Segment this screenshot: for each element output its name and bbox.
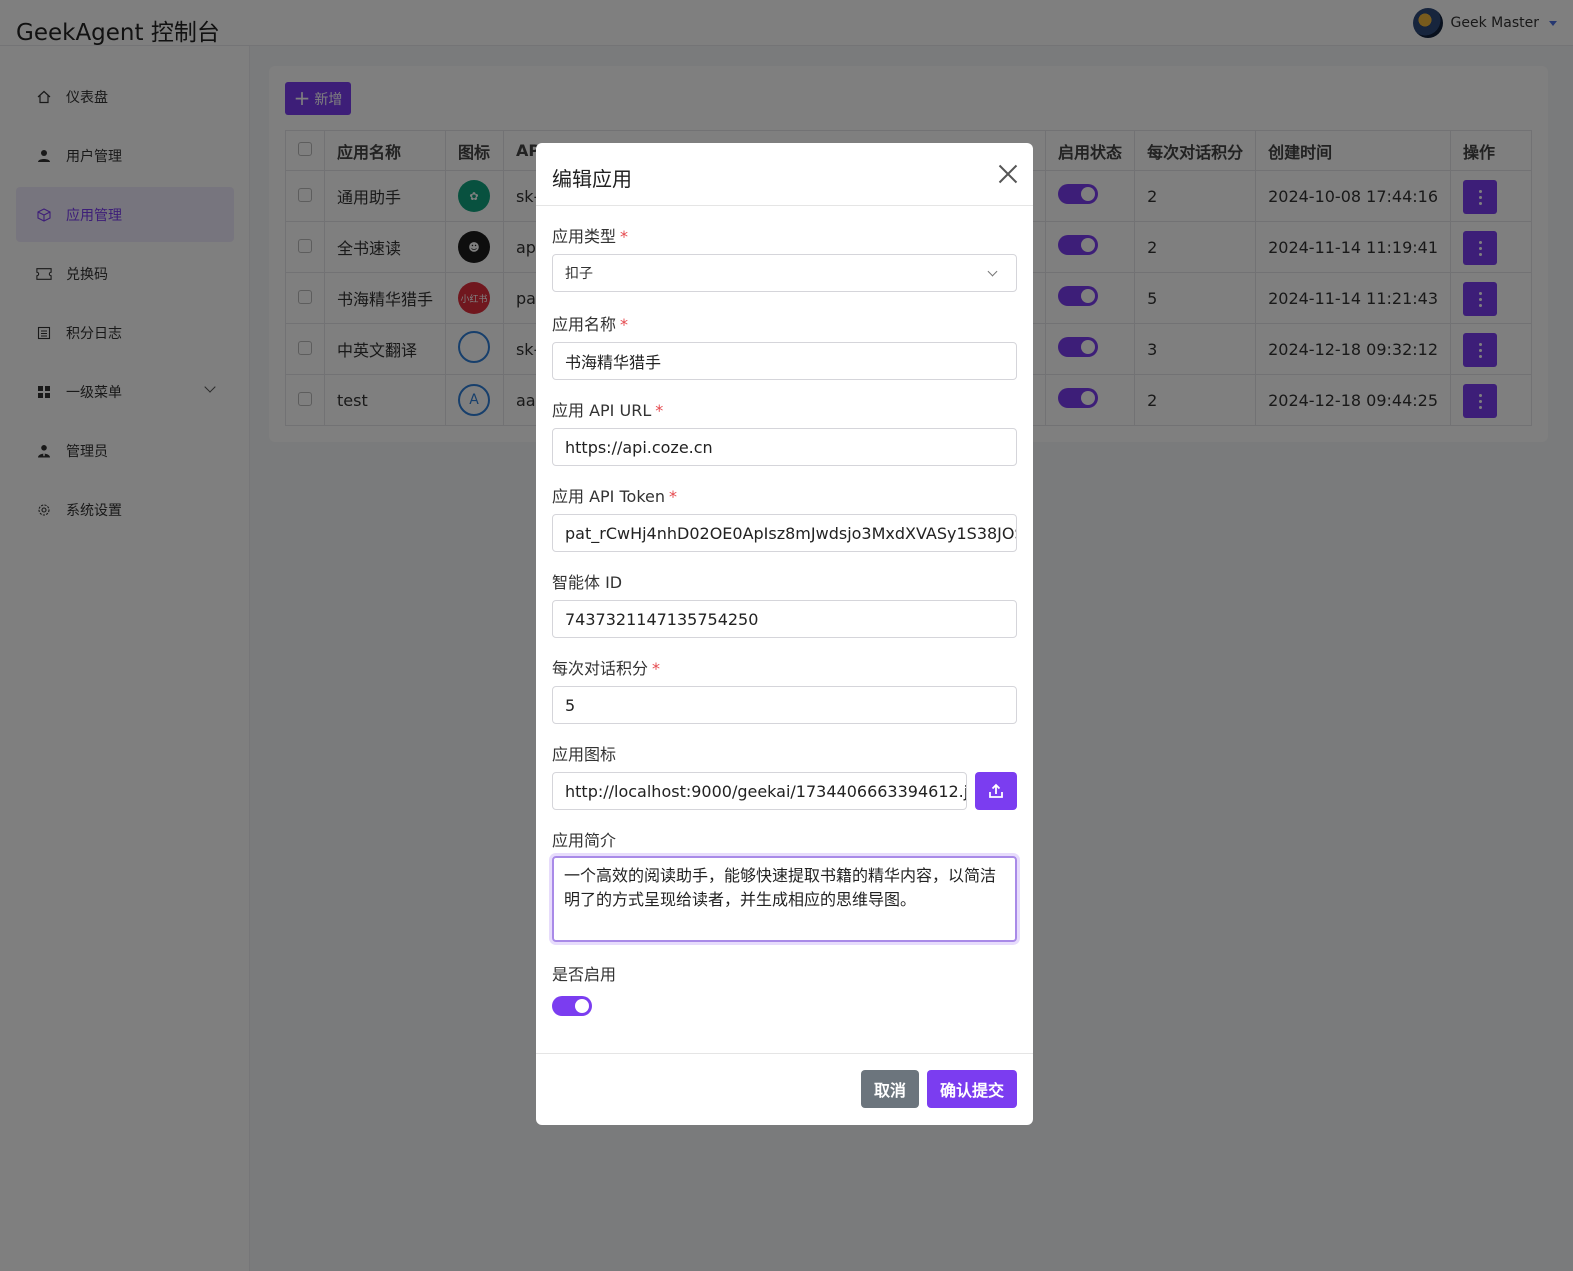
app-name-input[interactable]: 书海精华猎手 — [552, 342, 1017, 380]
upload-button[interactable] — [975, 772, 1017, 810]
url-label-text: 应用 API URL — [552, 401, 652, 420]
name-label: 应用名称 * — [552, 311, 628, 335]
modal-header: 编辑应用 — [536, 143, 1033, 206]
modal-title: 编辑应用 — [552, 167, 632, 191]
required-mark: * — [620, 315, 629, 334]
enabled-label: 是否启用 — [552, 965, 617, 984]
submit-button[interactable]: 确认提交 — [927, 1070, 1017, 1108]
description-textarea[interactable]: 一个高效的阅读助手，能够快速提取书籍的精华内容，以简洁明了的方式呈现给读者，并生… — [552, 856, 1017, 942]
type-label-text: 应用类型 — [552, 227, 617, 246]
type-select-value: 扣子 — [565, 266, 593, 282]
url-label: 应用 API URL * — [552, 397, 663, 421]
required-mark: * — [620, 227, 629, 246]
modal-footer-divider — [536, 1053, 1033, 1054]
enabled-toggle[interactable] — [552, 996, 592, 1016]
token-label-text: 应用 API Token — [552, 487, 666, 506]
name-label-text: 应用名称 — [552, 315, 617, 334]
agent-id-label: 智能体 ID — [552, 573, 623, 592]
type-label: 应用类型 * — [552, 223, 628, 247]
agent-id-input[interactable]: 7437321147135754250 — [552, 600, 1017, 638]
required-mark: * — [652, 659, 661, 678]
points-input[interactable]: 5 — [552, 686, 1017, 724]
edit-app-modal: 编辑应用 应用类型 * 扣子 应用名称 * 书海精华猎手 应用 API URL * h… — [536, 143, 1033, 1125]
desc-label: 应用简介 — [552, 831, 617, 850]
required-mark: * — [655, 401, 664, 420]
icon-label: 应用图标 — [552, 745, 617, 764]
points-label-text: 每次对话积分 — [552, 659, 649, 678]
type-select[interactable]: 扣子 — [552, 254, 1017, 292]
points-label: 每次对话积分 * — [552, 655, 660, 679]
api-token-input[interactable]: pat_rCwHj4nhD02OE0ApIsz8mJwdsjo3MxdXVASy… — [552, 514, 1017, 552]
icon-url-input[interactable]: http://localhost:9000/geekai/17344066633… — [552, 772, 967, 810]
upload-icon — [989, 783, 1003, 798]
api-url-input[interactable]: https://api.coze.cn — [552, 428, 1017, 466]
required-mark: * — [669, 487, 678, 506]
close-icon[interactable] — [997, 163, 1019, 185]
chevron-down-icon — [987, 266, 998, 277]
cancel-button[interactable]: 取消 — [861, 1070, 919, 1108]
token-label: 应用 API Token * — [552, 483, 677, 507]
